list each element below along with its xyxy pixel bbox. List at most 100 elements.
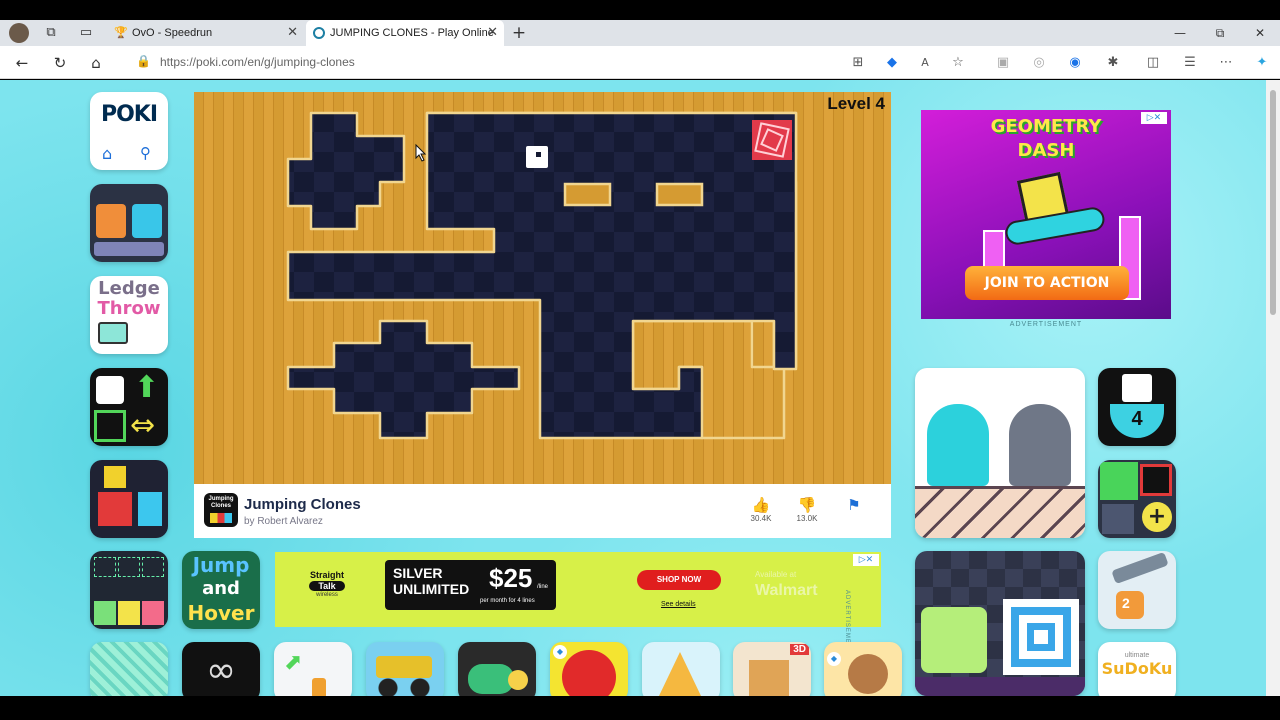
potion-icon [312, 678, 326, 696]
poki-logo-tile: POKI ⌂ ⚲ [90, 92, 168, 170]
game-tile-bear[interactable]: ◆ [824, 642, 902, 696]
ad-straight-talk[interactable]: Straight Talk wireless SILVER UNLIMITED … [275, 552, 881, 627]
more-menu-icon[interactable]: ⋯ [1217, 54, 1235, 72]
game-tile-hammer[interactable]: 2 [1098, 551, 1176, 629]
tab-title: OvO - Speedrun [132, 27, 213, 39]
game-tile-maze[interactable] [90, 642, 168, 696]
ad-cta-button[interactable]: SHOP NOW [637, 570, 721, 590]
url-field[interactable]: https://poki.com/en/g/jumping-clones [160, 55, 355, 69]
game-tile-red-ball[interactable]: ◆ [550, 642, 628, 696]
wheels-icon [376, 678, 432, 696]
game-tile-numbers[interactable] [90, 551, 168, 629]
report-button[interactable]: ⚑ [839, 496, 869, 514]
tab-title: JUMPING CLONES - Play Online [330, 27, 494, 39]
sudoku-title: SuDoKu [1101, 659, 1173, 678]
game-tile-ledge-throw[interactable]: Ledge Throw [90, 276, 168, 354]
white-cube-icon [96, 376, 124, 404]
tab-actions-icon[interactable]: ▭ [77, 24, 95, 42]
dislike-count: 13.0K [796, 514, 818, 523]
close-window-button[interactable]: ✕ [1240, 20, 1280, 46]
address-bar: ← ↻ ⌂ 🔒 https://poki.com/en/g/jumping-cl… [0, 46, 1280, 79]
game-tile-jump-and-hover[interactable]: Jump and Hover [182, 551, 260, 629]
extensions-puzzle-icon[interactable]: ✱ [1104, 54, 1122, 72]
page-scrollbar[interactable] [1266, 80, 1280, 696]
game-tile-arrows[interactable]: ⬆ ⇔ [90, 368, 168, 446]
grammar-icon[interactable]: ◎ [1030, 54, 1048, 72]
back-icon[interactable]: ← [12, 53, 32, 73]
game-tile-twins[interactable] [90, 184, 168, 262]
ad-geometry-dash[interactable]: ▷✕ GEOMETRY DASH JOIN TO ACTION [921, 110, 1171, 319]
gray-ghost-icon [1009, 404, 1071, 486]
game-tile-croc[interactable] [458, 642, 536, 696]
split-screen-icon[interactable]: ◫ [1144, 54, 1162, 72]
home-icon[interactable]: ⌂ [86, 53, 106, 73]
game-canvas[interactable]: Level 4 [194, 92, 891, 484]
game-tile-clone-level-4[interactable]: 4 [1098, 368, 1176, 446]
game-tile-arrow-potion[interactable]: ⬈ [274, 642, 352, 696]
see-details-link[interactable]: See details [661, 601, 696, 608]
scrollbar-thumb[interactable] [1270, 90, 1276, 315]
black-box-icon [1140, 464, 1172, 496]
price: $25 [489, 563, 533, 593]
number-box-2 [118, 557, 140, 577]
read-aloud-icon[interactable]: A [916, 54, 934, 72]
trophy-icon: 🏆 [114, 27, 128, 39]
shield-extension-icon[interactable]: ◉ [1066, 54, 1084, 72]
coupon-icon[interactable]: ◆ [883, 54, 901, 72]
game-tile-sudoku[interactable]: ultimate SuDoKu [1098, 642, 1176, 696]
tile-title-line1: Ledge [98, 278, 160, 299]
favorites-icon[interactable]: ☰ [1181, 54, 1199, 72]
ball-icon [508, 670, 528, 690]
close-tab-icon[interactable]: ✕ [287, 20, 298, 46]
profile-avatar[interactable] [9, 23, 29, 43]
copilot-icon[interactable]: ✦ [1253, 54, 1271, 72]
grid-icon[interactable]: ⊞ [849, 54, 867, 72]
player-clone-icon [526, 146, 548, 168]
favorite-star-icon[interactable]: ☆ [949, 54, 967, 72]
ad-title-line2: DASH [1017, 140, 1075, 161]
game-tile-3d[interactable]: 3D [733, 642, 811, 696]
game-tile-monster-truck[interactable] [366, 642, 444, 696]
number-box-3 [142, 557, 164, 577]
home-icon[interactable]: ⌂ [102, 144, 112, 163]
retailer-line2: Walmart [755, 582, 818, 599]
tab-ovo-speedrun[interactable]: 🏆 OvO - Speedrun ✕ [108, 20, 304, 46]
game-tile-ghosts[interactable] [915, 368, 1085, 538]
search-icon[interactable]: ⚲ [140, 144, 151, 162]
restore-button[interactable]: ⧉ [1200, 20, 1240, 46]
tile-title-line2: Throw [97, 298, 161, 319]
dislike-button[interactable]: 👎 13.0K [792, 496, 822, 523]
flag-icon: ⚑ [847, 496, 861, 514]
collections-icon[interactable]: ⧉ [42, 24, 60, 42]
green-arrow-icon: ⬈ [284, 650, 303, 675]
plan-line2: UNLIMITED [393, 581, 470, 597]
platform-2 [655, 182, 704, 207]
extension-icon[interactable]: ▣ [994, 54, 1012, 72]
game-tile-green-clone[interactable]: + [1098, 460, 1176, 538]
close-tab-icon[interactable]: ✕ [487, 20, 498, 46]
game-tile-square-portal[interactable] [915, 551, 1085, 696]
tile-title-line1: Jump [192, 553, 250, 577]
green-clone-icon [1100, 462, 1138, 500]
like-button[interactable]: 👍 30.4K [746, 496, 776, 523]
game-thumbnail[interactable]: Jumping Clones [204, 493, 238, 527]
add-circle-icon: + [1142, 502, 1172, 532]
game-tile-infinity[interactable]: ∞ [182, 642, 260, 696]
tab-jumping-clones[interactable]: JUMPING CLONES - Play Online ✕ [306, 20, 504, 46]
thumb-title-line2: Clones [210, 503, 231, 509]
ad-cta-button[interactable]: JOIN TO ACTION [965, 266, 1129, 300]
game-tile-stacked-clones[interactable] [90, 460, 168, 538]
new-tab-button[interactable]: + [510, 24, 528, 42]
block-icon [749, 660, 789, 696]
green-block [94, 601, 116, 625]
refresh-icon[interactable]: ↻ [50, 53, 70, 73]
sudoku-small-label: ultimate [1124, 652, 1150, 659]
price-suffix: /line [537, 584, 549, 590]
truck-icon [376, 656, 432, 678]
minimize-button[interactable]: — [1160, 20, 1200, 46]
game-tile-pizza[interactable] [642, 642, 720, 696]
window-controls: — ⧉ ✕ [1160, 20, 1280, 46]
poki-logo[interactable]: POKI [90, 102, 168, 127]
ad-choices-icon[interactable]: ▷✕ [853, 554, 879, 566]
tile-title-line3: Hover [187, 601, 255, 625]
